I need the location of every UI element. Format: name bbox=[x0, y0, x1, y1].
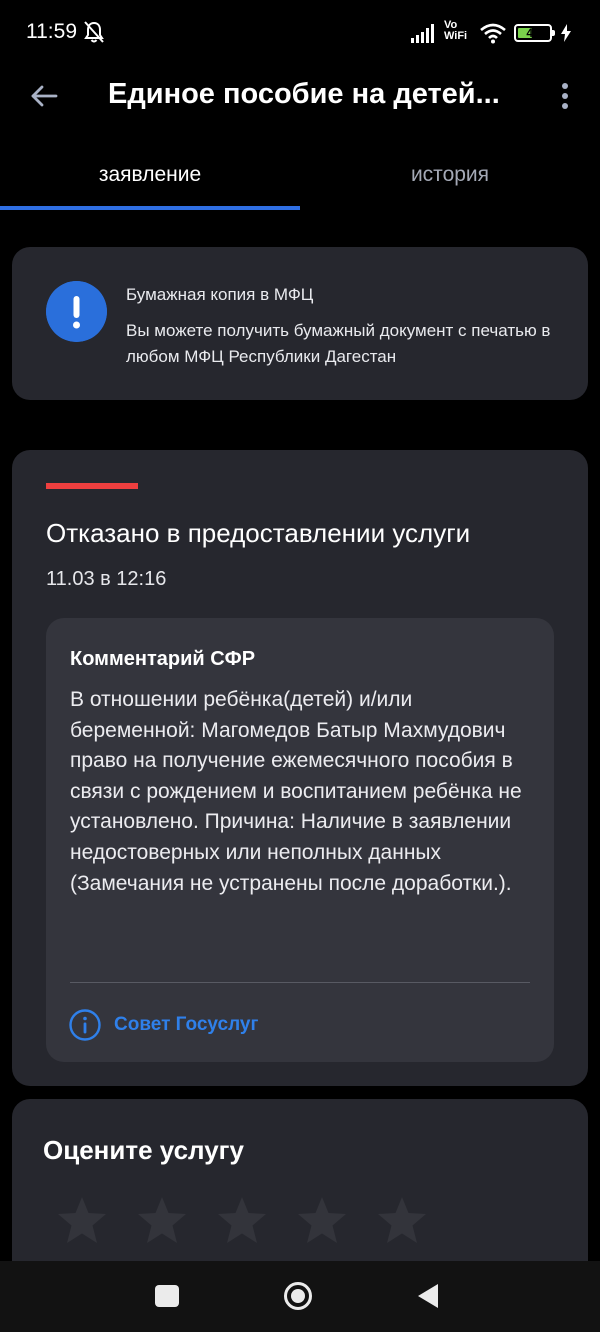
info-icon bbox=[69, 1009, 101, 1041]
more-vertical-icon bbox=[562, 83, 568, 109]
signal-icon bbox=[411, 24, 434, 43]
screen: 11:59 Vo WiFi 42 Единое пособие на детей… bbox=[0, 0, 600, 1332]
more-menu-button[interactable] bbox=[550, 74, 580, 118]
charging-icon bbox=[561, 24, 571, 42]
rating-title: Оцените услугу bbox=[43, 1135, 244, 1165]
star-icon[interactable] bbox=[296, 1195, 348, 1245]
bell-off-icon bbox=[84, 21, 104, 43]
status-time: 11:59 bbox=[26, 20, 77, 43]
home-button[interactable] bbox=[283, 1281, 313, 1311]
tab-application[interactable]: заявление bbox=[0, 140, 300, 212]
star-icon[interactable] bbox=[136, 1195, 188, 1245]
status-card: Отказано в предоставлении услуги 11.03 в… bbox=[12, 450, 588, 1086]
status-date: 11.03 в 12:16 bbox=[46, 568, 167, 590]
vowifi-bottom: WiFi bbox=[444, 30, 468, 42]
divider bbox=[70, 982, 530, 983]
star-icon[interactable] bbox=[216, 1195, 268, 1245]
system-nav-bar bbox=[0, 1261, 600, 1332]
recents-button[interactable] bbox=[155, 1285, 179, 1307]
vowifi-icon: Vo WiFi bbox=[444, 20, 472, 46]
status-bar: 11:59 Vo WiFi 42 bbox=[0, 0, 600, 64]
arrow-left-icon bbox=[31, 85, 58, 107]
star-icon[interactable] bbox=[56, 1195, 108, 1245]
status-icons: Vo WiFi 42 bbox=[410, 18, 572, 48]
exclamation-icon bbox=[46, 281, 107, 342]
wifi-icon bbox=[480, 23, 506, 44]
tabs: заявление история bbox=[0, 140, 600, 212]
status-indicator bbox=[46, 483, 138, 489]
advice-label: Совет Госуслуг bbox=[114, 1014, 259, 1035]
back-button[interactable] bbox=[22, 74, 66, 118]
tab-history[interactable]: история bbox=[300, 140, 600, 212]
advice-link[interactable]: Совет Госуслуг bbox=[68, 1008, 258, 1042]
status-title: Отказано в предоставлении услуги bbox=[46, 518, 471, 548]
page-title: Единое пособие на детей... bbox=[108, 78, 500, 110]
tab-indicator bbox=[0, 206, 300, 210]
rating-stars bbox=[56, 1195, 428, 1245]
info-text: Вы можете получить бумажный документ с п… bbox=[126, 321, 551, 366]
info-title: Бумажная копия в МФЦ bbox=[126, 285, 314, 304]
comment-text: В отношении ребёнка(детей) и/или беремен… bbox=[70, 688, 522, 895]
system-back-button[interactable] bbox=[416, 1283, 440, 1309]
info-card: Бумажная копия в МФЦ Вы можете получить … bbox=[12, 247, 588, 400]
star-icon[interactable] bbox=[376, 1195, 428, 1245]
comment-box: Комментарий СФР В отношении ребёнка(дете… bbox=[46, 618, 554, 1062]
comment-title: Комментарий СФР bbox=[70, 648, 256, 670]
battery-icon: 42 bbox=[514, 24, 555, 42]
app-bar: Единое пособие на детей... bbox=[0, 64, 600, 128]
battery-level: 42 bbox=[526, 26, 540, 40]
